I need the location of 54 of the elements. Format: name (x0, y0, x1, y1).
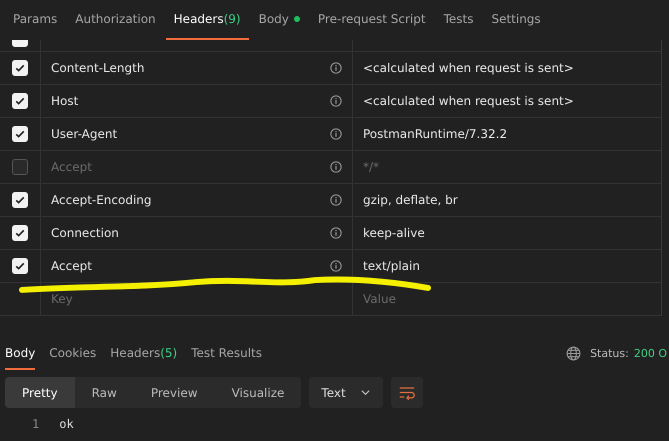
request-tab[interactable]: Params (5, 0, 66, 40)
header-value: PostmanRuntime/7.32.2 (363, 127, 508, 141)
checkmark-icon (14, 194, 26, 206)
line-number: 1 (32, 417, 40, 431)
wrap-icon (398, 385, 416, 400)
status-value: 200 O (634, 346, 667, 360)
header-value: */* (363, 160, 380, 174)
view-mode-tab[interactable]: Preview (134, 377, 215, 408)
info-icon[interactable] (330, 128, 342, 140)
view-mode-tab[interactable]: Visualize (214, 377, 302, 408)
view-mode-tab[interactable]: Raw (74, 377, 134, 408)
response-tab[interactable]: Cookies (49, 338, 96, 370)
request-tab[interactable]: Authorization (67, 0, 164, 40)
info-icon[interactable] (330, 62, 342, 74)
response-tab[interactable]: Test Results (191, 338, 262, 370)
view-mode-tab[interactable]: Pretty (5, 377, 75, 408)
request-tab[interactable]: Pre-request Script (310, 0, 434, 40)
header-key: Accept (51, 259, 92, 273)
response-tab[interactable]: Headers(5) (110, 338, 178, 370)
request-tab[interactable]: Tests (436, 0, 482, 40)
value-input-field[interactable]: Value (363, 292, 423, 306)
info-icon[interactable] (330, 95, 342, 107)
request-tab[interactable]: Settings (483, 0, 549, 40)
checkmark-icon (14, 260, 26, 272)
info-icon[interactable] (330, 227, 342, 239)
globe-icon[interactable] (566, 346, 582, 360)
wrap-lines-button[interactable] (390, 377, 423, 408)
request-tab[interactable]: Body (250, 0, 308, 40)
status-label: Status: (590, 346, 629, 360)
header-key: Host (51, 94, 78, 108)
info-icon[interactable] (330, 260, 342, 272)
key-input-field[interactable]: Key (51, 292, 111, 306)
header-value: <calculated when request is sent> (363, 94, 574, 108)
info-icon[interactable] (330, 161, 342, 173)
header-key: Content-Length (51, 61, 144, 75)
checkmark-icon (14, 227, 26, 239)
header-value: <calculated when request is sent> (363, 61, 574, 75)
header-value: gzip, deflate, br (363, 193, 458, 207)
header-key: Accept (51, 160, 92, 174)
checkmark-icon (14, 95, 26, 107)
request-tab[interactable]: Headers(9) (166, 0, 249, 40)
header-value: text/plain (363, 259, 420, 273)
checkmark-icon (14, 128, 26, 140)
header-key: Connection (51, 226, 119, 240)
info-icon[interactable] (330, 194, 342, 206)
checkbox[interactable] (12, 159, 28, 175)
format-dropdown[interactable]: Text (309, 377, 383, 408)
checkmark-icon (14, 62, 26, 74)
header-value: keep-alive (363, 226, 425, 240)
response-tab[interactable]: Body (5, 338, 36, 370)
header-key: Accept-Encoding (51, 193, 152, 207)
header-key: User-Agent (51, 127, 118, 141)
response-text: ok (59, 417, 74, 431)
chevron-down-icon (360, 387, 371, 398)
